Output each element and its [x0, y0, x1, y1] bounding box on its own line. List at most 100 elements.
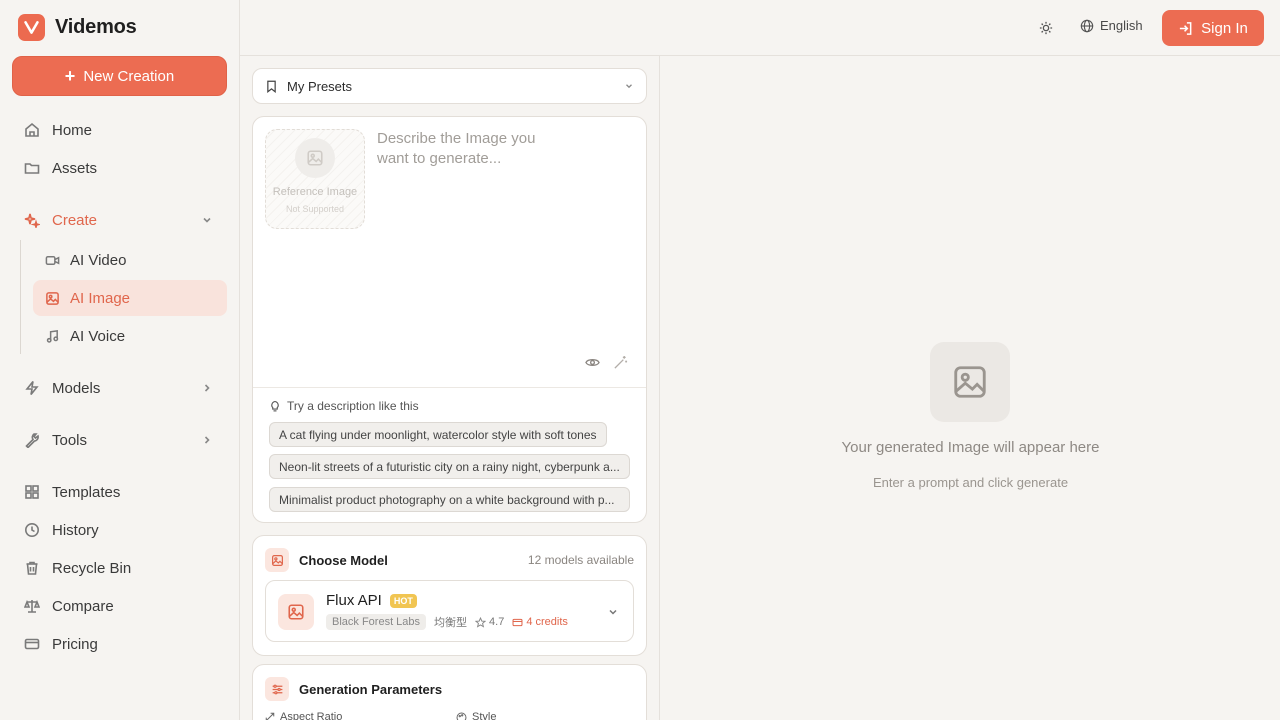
- generation-parameters-card: Generation Parameters Aspect Ratio Style: [252, 664, 647, 720]
- sidebar-item-label: Compare: [52, 597, 114, 615]
- model-selector[interactable]: Flux API HOT Black Forest Labs 均衡型 4.7 4…: [265, 580, 634, 642]
- chevron-down-icon: [609, 609, 617, 615]
- sidebar-item-label: Recycle Bin: [52, 559, 132, 577]
- prompt-card: Reference Image Not Supported Describe t…: [252, 116, 647, 523]
- star-icon: [475, 616, 487, 628]
- bookmark-icon: [267, 80, 276, 93]
- sidebar-item-label: AI Image: [70, 289, 131, 307]
- suggestion-chip[interactable]: Neon-lit streets of a futuristic city on…: [269, 454, 630, 479]
- sidebar-item-pricing[interactable]: Pricing: [12, 626, 227, 662]
- image-icon: [265, 548, 289, 572]
- sidebar-item-compare[interactable]: Compare: [12, 588, 227, 624]
- brand[interactable]: Videmos: [18, 14, 137, 41]
- image-placeholder-icon: [930, 342, 1010, 422]
- wrench-icon: [25, 433, 39, 448]
- sidebar-item-label: History: [52, 521, 99, 539]
- sidebar-item-label: Create: [52, 211, 98, 229]
- theme-toggle-button[interactable]: [1036, 18, 1056, 38]
- provider-tag: Black Forest Labs: [326, 614, 427, 630]
- model-rating: 4.7: [475, 616, 504, 628]
- presets-dropdown[interactable]: My Presets: [252, 68, 647, 104]
- sidebar-item-label: AI Video: [70, 251, 127, 269]
- sidebar: Videmos + New Creation Home Assets Creat…: [0, 0, 240, 720]
- sidebar-item-label: Home: [52, 121, 93, 139]
- login-icon: [1180, 21, 1192, 35]
- sign-in-label: Sign In: [1201, 19, 1248, 37]
- prompt-input[interactable]: Describe the Image you want to generate.…: [377, 129, 567, 169]
- hot-badge: HOT: [389, 593, 417, 608]
- presets-label: My Presets: [287, 78, 353, 94]
- sidebar-item-models[interactable]: Models: [12, 370, 227, 406]
- suggestion-chip[interactable]: A cat flying under moonlight, watercolor…: [269, 422, 607, 447]
- model-type: 均衡型: [434, 617, 468, 629]
- chevron-right-icon: [204, 384, 210, 392]
- image-icon: [46, 291, 59, 305]
- preview-area: Your generated Image will appear here En…: [661, 56, 1280, 720]
- sidebar-item-label: AI Voice: [70, 327, 126, 345]
- sidebar-item-label: Templates: [52, 483, 121, 501]
- magic-wand-icon[interactable]: [613, 355, 628, 370]
- sliders-icon: [265, 677, 289, 701]
- chevron-right-icon: [204, 436, 210, 444]
- new-creation-button[interactable]: + New Creation: [12, 56, 227, 96]
- sidebar-item-tools[interactable]: Tools: [12, 422, 227, 458]
- sidebar-item-templates[interactable]: Templates: [12, 474, 227, 510]
- chevron-down-icon: [626, 84, 632, 89]
- model-meta: Black Forest Labs 均衡型 4.7 4 credits: [326, 614, 568, 630]
- aspect-ratio-label: Aspect Ratio: [265, 711, 342, 720]
- reference-image-upload: Reference Image Not Supported: [265, 129, 365, 229]
- choose-model-header: Choose Model: [265, 548, 388, 572]
- reference-image-status: Not Supported: [285, 204, 345, 214]
- sidebar-item-history[interactable]: History: [12, 512, 227, 548]
- sidebar-item-create[interactable]: Create: [12, 202, 227, 238]
- home-icon: [25, 122, 39, 137]
- suggestions-title: Try a description like this: [269, 399, 419, 413]
- language-label: English: [1100, 18, 1143, 33]
- models-count: 12 models available: [527, 553, 634, 567]
- suggestions-section: Try a description like this A cat flying…: [253, 387, 646, 522]
- plus-icon: +: [64, 66, 76, 86]
- credit-card-icon: [24, 638, 40, 650]
- brand-name: Videmos: [55, 16, 137, 38]
- sign-in-button[interactable]: Sign In: [1162, 10, 1264, 46]
- credit-card-icon: [512, 618, 523, 626]
- submenu-guide-line: [20, 240, 21, 354]
- sidebar-item-home[interactable]: Home: [12, 112, 227, 148]
- sun-icon: [1039, 21, 1053, 35]
- music-note-icon: [46, 329, 59, 343]
- sidebar-item-recycle-bin[interactable]: Recycle Bin: [12, 550, 227, 586]
- sidebar-item-ai-voice[interactable]: AI Voice: [33, 318, 227, 354]
- sidebar-item-label: Models: [52, 379, 101, 397]
- model-image-icon: [278, 594, 314, 630]
- style-label: Style: [456, 711, 496, 720]
- sidebar-item-label: Pricing: [52, 635, 98, 653]
- language-selector[interactable]: English: [1080, 18, 1143, 33]
- sparkles-icon: [24, 213, 40, 228]
- image-placeholder-icon: [295, 138, 335, 178]
- lightbulb-icon: [271, 400, 279, 412]
- sidebar-item-assets[interactable]: Assets: [12, 150, 227, 186]
- preview-title: Your generated Image will appear here: [841, 439, 1100, 456]
- sidebar-item-ai-image[interactable]: AI Image: [33, 280, 227, 316]
- folder-icon: [24, 163, 40, 174]
- new-creation-label: New Creation: [83, 67, 175, 85]
- globe-icon: [1080, 19, 1094, 32]
- model-credits: 4 credits: [512, 616, 568, 628]
- choose-model-card: Choose Model 12 models available Flux AP…: [252, 535, 647, 656]
- trash-icon: [26, 561, 38, 575]
- sidebar-item-label: Tools: [52, 431, 88, 449]
- creation-panel: My Presets Reference Image Not Supported…: [240, 56, 660, 720]
- eye-icon[interactable]: [585, 355, 600, 370]
- sidebar-item-label: Assets: [52, 159, 98, 177]
- expand-icon: [265, 712, 275, 720]
- suggestion-chip[interactable]: Minimalist product photography on a whit…: [269, 487, 630, 512]
- video-icon: [45, 255, 60, 265]
- preview-subtitle: Enter a prompt and click generate: [872, 475, 1069, 490]
- grid-icon: [25, 485, 39, 499]
- lightning-icon: [25, 381, 39, 395]
- chevron-down-icon: [203, 217, 211, 223]
- generation-parameters-header: Generation Parameters: [265, 677, 442, 701]
- scale-icon: [24, 599, 40, 613]
- sidebar-item-ai-video[interactable]: AI Video: [33, 242, 227, 278]
- videmos-logo-icon: [18, 14, 45, 41]
